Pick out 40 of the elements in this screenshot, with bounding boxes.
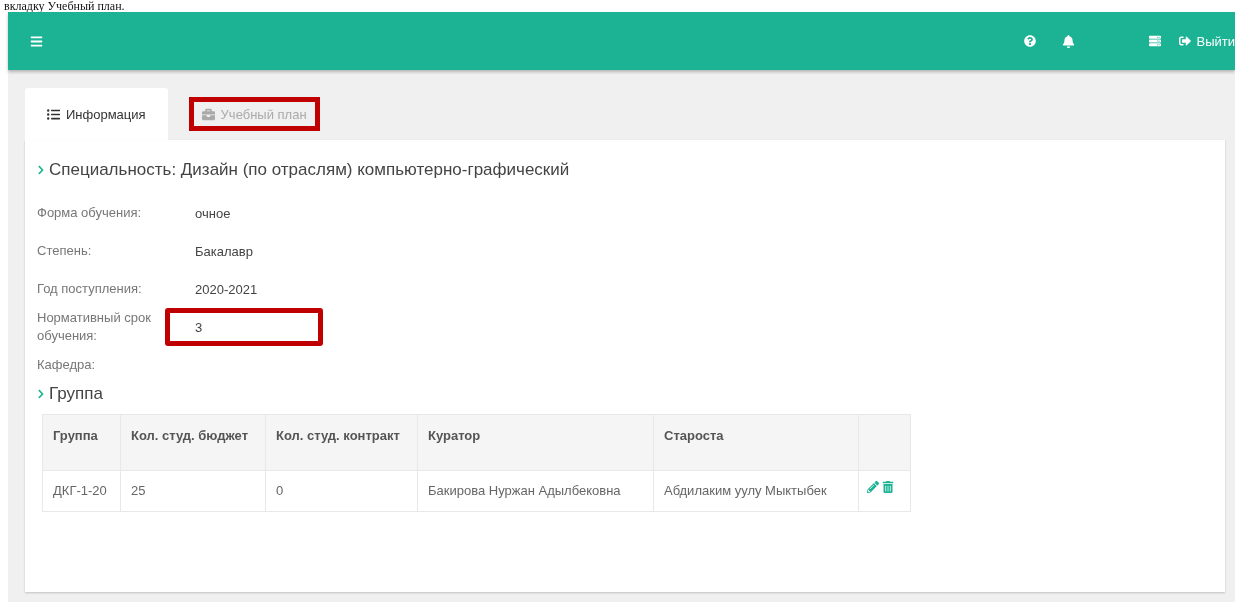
field-label: Кафедра: xyxy=(37,356,97,374)
help-button[interactable] xyxy=(1023,35,1036,47)
field-label: Степень: xyxy=(37,242,93,260)
field-label: Год поступления: xyxy=(37,280,143,298)
column-header: Группа xyxy=(42,414,121,471)
trash-icon[interactable] xyxy=(882,481,894,493)
server-icon xyxy=(1148,35,1161,47)
field-value: Бакалавр xyxy=(194,242,254,261)
table-cell: 25 xyxy=(120,470,266,512)
bell-icon xyxy=(1061,34,1075,48)
table-cell: ДКГ-1-20 xyxy=(42,470,121,512)
edit-icon[interactable] xyxy=(867,481,879,493)
help-icon xyxy=(1023,35,1036,47)
chevron-icon xyxy=(37,165,45,175)
field-label: Нормативный срок обучения: xyxy=(37,309,152,345)
table-cell: 0 xyxy=(265,470,418,512)
logout-icon xyxy=(1178,35,1191,47)
tab[interactable]: Информация xyxy=(25,88,168,140)
tab[interactable]: Учебный план xyxy=(179,88,329,140)
field-value: очное xyxy=(194,204,232,223)
column-header: Кол. студ. контракт xyxy=(265,414,418,471)
chevron-icon xyxy=(37,389,45,399)
column-header: Кол. студ. бюджет xyxy=(120,414,266,471)
highlighted-field-value: 3 xyxy=(165,308,323,346)
table-cell: Бакирова Нуржан Адылбековна xyxy=(417,470,654,512)
document-caption: вкладку Учебный план. xyxy=(3,0,126,12)
server-button[interactable] xyxy=(1148,35,1161,47)
field-value: 2020-2021 xyxy=(194,280,259,299)
column-header: Староста xyxy=(653,414,859,471)
list-icon xyxy=(47,107,60,121)
bell-button[interactable] xyxy=(1061,34,1075,48)
table-cell: Абдилаким уулу Мыктыбек xyxy=(653,470,859,512)
specialty-heading: Специальность: Дизайн (по отраслям) компьютерно-графический xyxy=(49,160,570,180)
menu-icon xyxy=(30,34,43,48)
field-label: Форма обучения: xyxy=(37,204,143,222)
logout-button[interactable]: Выйти xyxy=(1178,33,1235,49)
group-heading: Группа xyxy=(49,384,103,404)
column-header: Куратор xyxy=(417,414,654,471)
menu-button[interactable] xyxy=(30,34,43,48)
briefcase-icon xyxy=(201,107,215,121)
